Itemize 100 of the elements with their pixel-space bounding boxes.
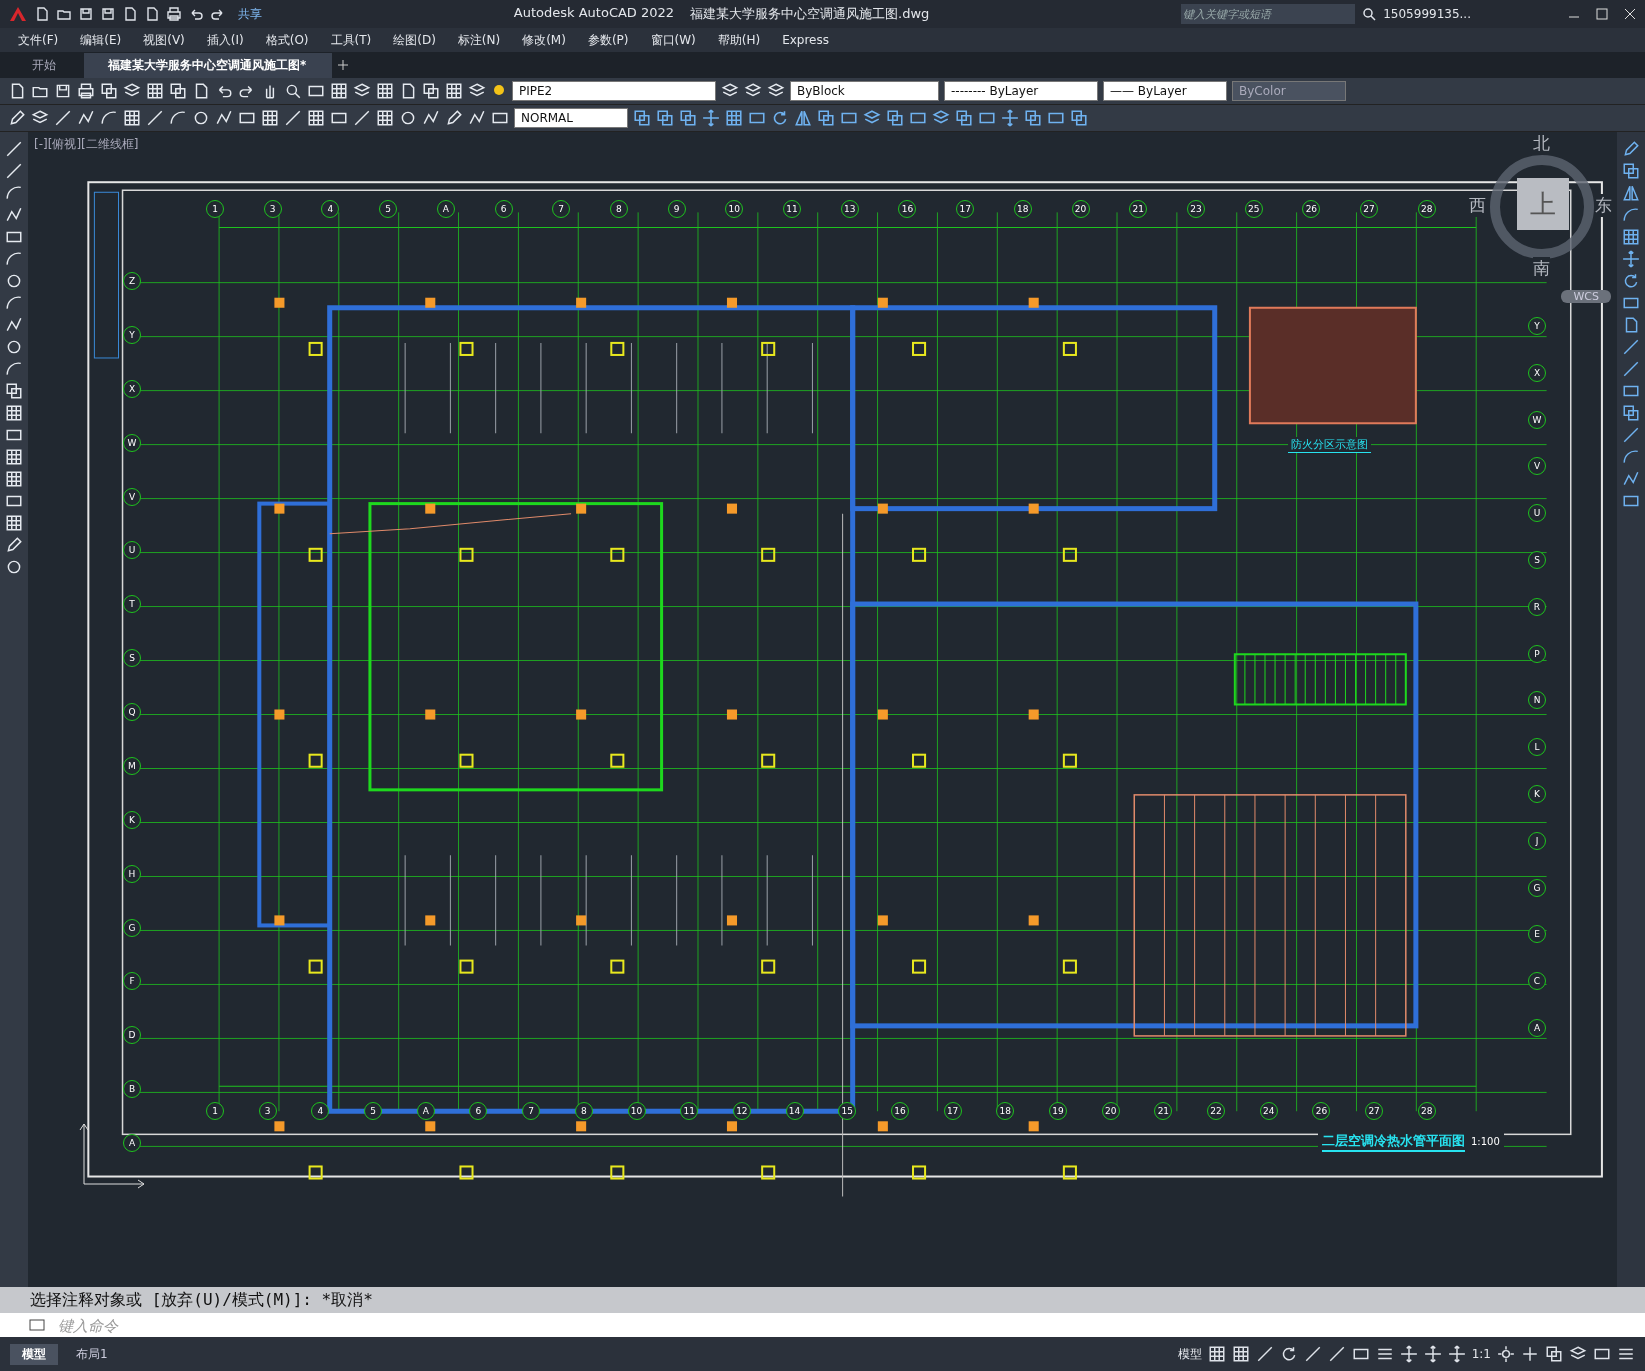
search-field[interactable]: 键入关键字或短语 [1181,4,1356,24]
menu-item[interactable]: 插入(I) [206,31,244,49]
move-icon[interactable] [1001,109,1019,127]
menu-item[interactable]: 参数(P) [587,31,629,49]
search-icon[interactable] [1361,6,1378,22]
copy-icon[interactable] [1024,109,1042,127]
grid-axis-bubble: 5 [364,1102,383,1120]
share-button[interactable]: 共享 [238,5,262,23]
arc-icon[interactable] [5,250,23,268]
mirror-icon[interactable] [794,109,812,127]
viewport-label[interactable]: [-][俯视][二维线框] [34,136,139,153]
grid-icon[interactable] [1207,1345,1226,1363]
user-name[interactable]: 1505999135... [1383,7,1471,21]
compass-label[interactable]: 东 [1595,194,1612,217]
arc-icon[interactable] [5,184,23,202]
menu-item[interactable]: 绘图(D) [393,31,436,49]
viewcube-face[interactable]: 上 [1517,178,1569,230]
printer-icon[interactable] [77,82,95,100]
move-icon[interactable] [702,109,720,127]
document-tab[interactable]: 开始 [8,52,80,78]
compass-label[interactable]: 南 [1533,257,1550,280]
annotation-scale-button[interactable]: 1:1 [1471,1347,1491,1361]
line-icon[interactable] [1622,426,1640,444]
menu-item[interactable]: 标注(N) [457,31,501,49]
menu-item[interactable]: 编辑(E) [80,31,122,49]
printer-icon[interactable] [166,6,182,22]
pencil-icon[interactable] [445,109,463,127]
rotate-icon[interactable] [1622,272,1640,290]
menu-item[interactable]: 格式(O) [265,31,309,49]
line-icon[interactable] [1622,360,1640,378]
menu-item[interactable]: Express [782,33,829,47]
grid-axis-bubble: 24 [1259,1102,1278,1120]
copy-icon[interactable] [633,109,651,127]
document-tab[interactable]: 福建某大学服务中心空调通风施工图* [84,52,332,78]
document-icon[interactable] [34,6,50,22]
mirror-icon[interactable] [1622,184,1640,202]
line-icon[interactable] [1327,1345,1346,1363]
copy-icon[interactable] [955,109,973,127]
polyline-icon[interactable] [468,109,486,127]
polyline-icon[interactable] [77,109,95,127]
menu-item[interactable]: 帮助(H) [717,31,761,49]
grid-icon[interactable] [1231,1345,1250,1363]
plus-icon[interactable] [1521,1345,1539,1363]
menu-item[interactable]: 文件(F) [18,31,59,49]
document-icon[interactable] [144,6,160,22]
grid-axis-bubble: K [123,810,141,829]
layout-tab[interactable]: 模型 [10,1343,58,1365]
layout-tab[interactable]: 布局1 [64,1343,120,1365]
arc-icon[interactable] [100,109,118,127]
save-icon[interactable] [54,82,72,100]
color-dropdown[interactable]: ByBlock [790,81,939,101]
maximize-icon[interactable] [1595,7,1609,21]
polyline-icon[interactable] [1622,470,1640,488]
grid-icon[interactable] [1622,228,1640,246]
grid-axis-bubble: 17 [943,1102,962,1120]
copy-icon[interactable] [817,109,835,127]
linetype-dropdown[interactable]: -------- ByLayer [944,81,1098,101]
move-icon[interactable] [1622,250,1640,268]
polyline-icon[interactable] [422,109,440,127]
close-icon[interactable] [1623,7,1637,21]
pencil-icon[interactable] [1622,140,1640,158]
grid-axis-bubble: 26 [1302,200,1321,218]
arc-icon[interactable] [169,109,187,127]
text-style-dropdown[interactable]: NORMAL [514,108,628,128]
copy-icon[interactable] [886,109,904,127]
polyline-icon[interactable] [5,316,23,334]
save-icon[interactable] [78,6,94,22]
line-icon[interactable] [1303,1345,1322,1363]
line-icon[interactable] [1622,338,1640,356]
line-icon[interactable] [1255,1345,1274,1363]
menu-item[interactable]: 视图(V) [143,31,185,49]
copy-icon[interactable] [656,109,674,127]
magnifier-icon[interactable] [284,82,302,100]
arc-icon[interactable] [5,360,23,378]
grid-icon[interactable] [725,109,743,127]
pencil-icon[interactable] [8,109,26,127]
plot-style-dropdown[interactable]: ByColor [1232,81,1346,101]
menu-item[interactable]: 窗口(W) [650,31,696,49]
copy-icon[interactable] [679,109,697,127]
pencil-icon[interactable] [5,536,23,554]
add-tab-icon[interactable] [336,58,350,72]
logo-icon[interactable] [8,5,28,23]
model-space-button[interactable]: 模型 [1177,1345,1202,1363]
document-icon[interactable] [122,6,138,22]
lineweight-dropdown[interactable]: —— ByLayer [1103,81,1227,101]
copy-icon[interactable] [1622,162,1640,180]
save-icon[interactable] [100,6,116,22]
grid-axis-bubble: Q [123,703,141,721]
copy-icon[interactable] [1622,404,1640,422]
menu-item[interactable]: 修改(M) [522,31,566,49]
arc-icon[interactable] [1622,448,1640,466]
polyline-icon[interactable] [5,206,23,224]
grid-axis-bubble: W [1528,410,1546,429]
rotate-icon[interactable] [771,109,789,127]
arc-icon[interactable] [5,294,23,312]
layer-dropdown[interactable]: PIPE2 [512,81,716,101]
menu-item[interactable]: 工具(T) [330,31,372,49]
copy-icon[interactable] [1070,109,1088,127]
polyline-icon[interactable] [215,109,233,127]
arc-icon[interactable] [1622,206,1640,224]
